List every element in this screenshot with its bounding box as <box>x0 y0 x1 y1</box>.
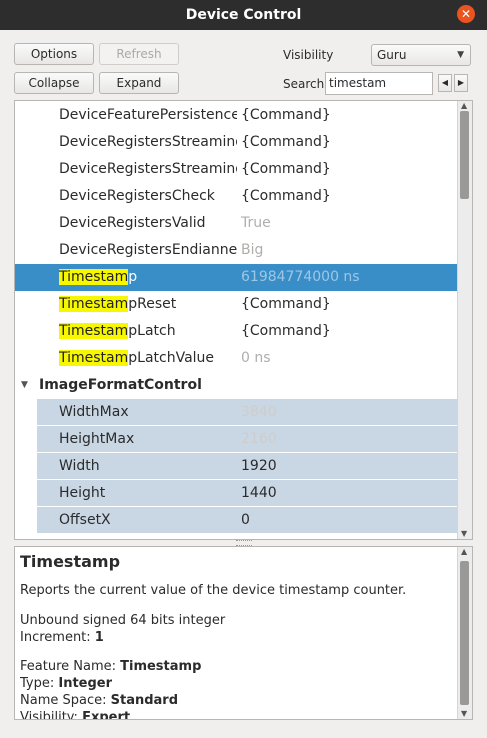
tree-row[interactable]: Height 1440 <box>15 480 458 507</box>
scrollbar-thumb[interactable] <box>460 561 469 705</box>
visibility-label: Visibility <box>283 48 334 62</box>
feature-value: True <box>241 215 271 231</box>
description-namespace: Name Space: Standard <box>20 693 179 708</box>
search-prev-icon[interactable]: ◀ <box>438 74 452 92</box>
feature-name: TimestampLatchValue <box>59 345 237 372</box>
collapse-button[interactable]: Collapse <box>14 72 94 94</box>
scroll-up-icon[interactable]: ▲ <box>461 547 467 556</box>
description-type: Type: Integer <box>20 676 113 691</box>
tree-row[interactable]: TimestampLatch {Command} <box>15 318 458 345</box>
feature-value: {Command} <box>241 188 331 204</box>
feature-name-rest: p <box>128 269 138 285</box>
search-match: Timestam <box>59 323 129 339</box>
description-feature-name: Feature Name: Timestamp <box>20 659 202 674</box>
feature-value: 61984774000 ns <box>241 269 360 285</box>
description-panel: Timestamp Reports the current value of t… <box>14 546 473 720</box>
description-type-line: Unbound signed 64 bits integer <box>20 613 226 628</box>
tree-row[interactable]: OffsetX 0 <box>15 507 458 534</box>
scroll-up-icon[interactable]: ▲ <box>461 101 467 110</box>
feature-name: DeviceRegistersValid <box>59 215 206 231</box>
feature-value: 1920 <box>241 458 277 474</box>
tree-row[interactable]: DeviceRegistersCheck {Command} <box>15 183 458 210</box>
description-increment: Increment: 1 <box>20 630 104 645</box>
tree-row[interactable]: DeviceRegistersStreamingEnd {Command} <box>15 156 458 183</box>
expand-button[interactable]: Expand <box>99 72 179 94</box>
tree-row[interactable]: Width 1920 <box>15 453 458 480</box>
feature-name: Width <box>59 458 100 474</box>
feature-value: 3840 <box>241 404 277 420</box>
feature-value: 2160 <box>241 431 277 447</box>
feature-name: DeviceRegistersEndianness <box>59 242 237 258</box>
feature-name: DeviceRegistersStreamingStart <box>59 134 237 150</box>
feature-name-rest: pReset <box>128 296 177 312</box>
tree-row[interactable]: DeviceRegistersValid True <box>15 210 458 237</box>
feature-name: Height <box>59 485 106 501</box>
expander-down-icon[interactable]: ▼ <box>21 372 28 399</box>
window-titlebar: Device Control ✕ <box>0 0 487 30</box>
feature-value: {Command} <box>241 134 331 150</box>
refresh-button[interactable]: Refresh <box>99 43 179 65</box>
feature-value: {Command} <box>241 296 331 312</box>
feature-name: WidthMax <box>59 404 129 420</box>
feature-value: {Command} <box>241 323 331 339</box>
chevron-down-icon: ▼ <box>457 50 464 60</box>
feature-tree[interactable]: DeviceFeaturePersistence {Command} Devic… <box>14 100 473 540</box>
feature-name: HeightMax <box>59 431 135 447</box>
description-visibility: Visibility: Expert <box>20 710 131 720</box>
feature-value: Big <box>241 242 264 258</box>
feature-value: 1440 <box>241 485 277 501</box>
visibility-select[interactable]: Guru ▼ <box>371 44 471 66</box>
feature-name-rest: pLatch <box>128 323 176 339</box>
feature-name: Timestamp <box>59 264 237 291</box>
feature-name: TimestampReset <box>59 291 237 318</box>
search-match: Timestam <box>59 269 129 285</box>
scroll-down-icon[interactable]: ▼ <box>461 529 467 538</box>
category-name: ImageFormatControl <box>39 377 202 393</box>
description-title: Timestamp <box>20 552 121 571</box>
tree-row[interactable]: TimestampReset {Command} <box>15 291 458 318</box>
tree-row[interactable]: TimestampLatchValue 0 ns <box>15 345 458 372</box>
window-title: Device Control <box>185 7 302 23</box>
options-button[interactable]: Options <box>14 43 94 65</box>
scroll-down-icon[interactable]: ▼ <box>461 709 467 718</box>
feature-name: DeviceFeaturePersistence <box>59 107 237 123</box>
tree-row[interactable]: WidthMax 3840 <box>15 399 458 426</box>
search-match: Timestam <box>59 350 129 366</box>
feature-value: 0 ns <box>241 350 271 366</box>
tree-row[interactable]: HeightMax 2160 <box>15 426 458 453</box>
search-next-icon[interactable]: ▶ <box>454 74 468 92</box>
description-scrollbar[interactable]: ▲ ▼ <box>457 547 472 719</box>
close-icon[interactable]: ✕ <box>457 5 475 23</box>
feature-name-rest: pLatchValue <box>128 350 215 366</box>
category-row[interactable]: ▼ ImageFormatControl <box>15 372 458 399</box>
tree-row[interactable]: DeviceRegistersStreamingStart {Command} <box>15 129 458 156</box>
search-match: Timestam <box>59 296 129 312</box>
tree-row-selected[interactable]: Timestamp 61984774000 ns <box>15 264 458 291</box>
search-input[interactable]: timestam <box>325 72 433 95</box>
search-label: Search <box>283 77 325 91</box>
feature-name: DeviceRegistersStreamingEnd <box>59 161 237 177</box>
visibility-value: Guru <box>377 48 407 62</box>
feature-value: {Command} <box>241 161 331 177</box>
feature-value: 0 <box>241 512 250 528</box>
tree-row[interactable]: DeviceFeaturePersistence {Command} <box>15 102 458 129</box>
scrollbar-thumb[interactable] <box>460 111 469 199</box>
tree-scrollbar[interactable]: ▲ ▼ <box>457 101 472 539</box>
description-text: Reports the current value of the device … <box>20 583 407 598</box>
feature-name: TimestampLatch <box>59 318 237 345</box>
feature-name: OffsetX <box>59 512 111 528</box>
tree-row[interactable]: DeviceRegistersEndianness Big <box>15 237 458 264</box>
feature-name: DeviceRegistersCheck <box>59 188 215 204</box>
feature-value: {Command} <box>241 107 331 123</box>
